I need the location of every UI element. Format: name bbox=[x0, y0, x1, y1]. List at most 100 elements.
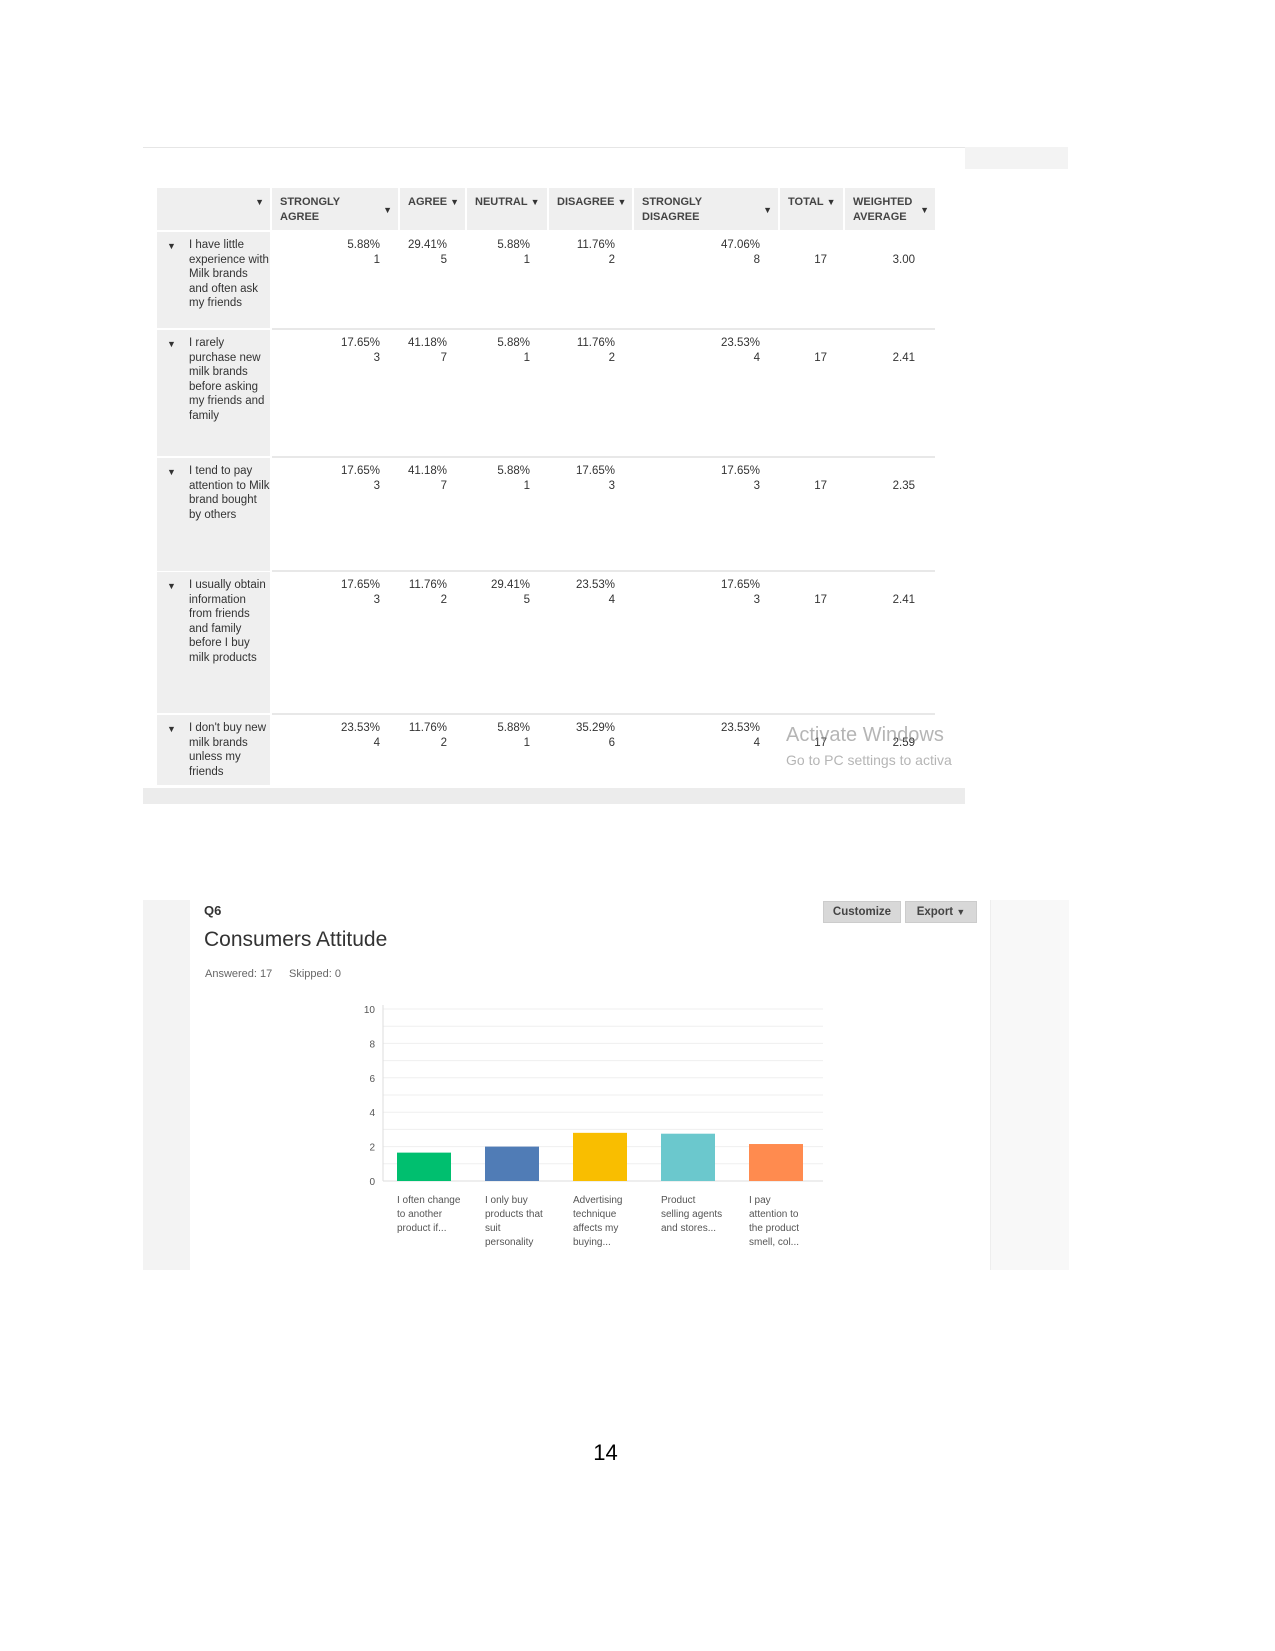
count: 3 bbox=[373, 479, 380, 492]
sort-caret-icon: ▼ bbox=[383, 205, 392, 215]
percent: 35.29% bbox=[575, 722, 615, 734]
count: 1 bbox=[523, 479, 530, 492]
sort-caret-icon: ▼ bbox=[617, 197, 627, 207]
column-header[interactable]: TOTAL ▼ bbox=[780, 188, 843, 230]
response-cell: 29.41% 5 bbox=[387, 238, 447, 267]
percent: 23.53% bbox=[340, 722, 380, 734]
question-chart-screenshot: Q6 Consumers Attitude Answered: 17 Skipp… bbox=[143, 900, 1069, 1270]
right-gutter bbox=[990, 900, 1069, 1270]
response-cell: 29.41% 5 bbox=[470, 578, 530, 607]
count: 4 bbox=[373, 736, 380, 749]
x-tick-label: Advertising technique affects my buying... bbox=[573, 1195, 622, 1248]
sort-caret-icon: ▼ bbox=[450, 197, 460, 207]
total-cell: 17 bbox=[814, 352, 827, 364]
percent: 29.41% bbox=[490, 579, 530, 591]
row-label: ▼ I rarely purchase new milk brands befor… bbox=[157, 330, 270, 456]
left-gutter bbox=[143, 900, 190, 1270]
row-label: ▼ I don't buy new milk brands unless my f… bbox=[157, 715, 270, 785]
row-divider bbox=[272, 328, 935, 330]
percent: 5.88% bbox=[497, 337, 530, 349]
response-cell: 11.76% 2 bbox=[387, 721, 447, 750]
row-divider bbox=[272, 713, 935, 715]
response-cell: 23.53% 4 bbox=[320, 721, 380, 750]
weighted-average-cell: 3.00 bbox=[892, 254, 915, 266]
expand-caret-icon[interactable]: ▼ bbox=[167, 722, 176, 737]
sort-caret-icon: ▼ bbox=[530, 197, 540, 207]
row-label: ▼ I usually obtain information from frien… bbox=[157, 572, 270, 713]
customize-button[interactable]: Customize bbox=[823, 901, 901, 923]
response-cell: 17.65% 3 bbox=[700, 578, 760, 607]
bar-chart: 0 2 4 6 8 10 I often change to another product i… bbox=[364, 1005, 823, 1248]
x-tick-label: I often change to another product if... bbox=[397, 1195, 461, 1234]
response-cell: 17.65% 3 bbox=[320, 464, 380, 493]
row-divider bbox=[272, 570, 935, 572]
column-header[interactable]: ▼ bbox=[157, 188, 270, 230]
count: 5 bbox=[440, 253, 447, 266]
response-cell: 17.65% 3 bbox=[320, 336, 380, 365]
horizontal-scrollbar[interactable] bbox=[143, 788, 965, 804]
sort-caret-icon: ▼ bbox=[826, 197, 836, 207]
percent: 17.65% bbox=[340, 579, 380, 591]
row-label-text: I usually obtain information from friend… bbox=[189, 579, 266, 664]
percent: 5.88% bbox=[497, 722, 530, 734]
count: 7 bbox=[440, 479, 447, 492]
matrix-table-screenshot: ▼ STRONGLY AGREE ▼ AGREE ▼ NEUTRAL ▼ DISAGREE ▼ S… bbox=[143, 147, 965, 804]
percent: 17.65% bbox=[720, 465, 760, 477]
weighted-average-cell: 2.41 bbox=[892, 594, 915, 606]
count: 4 bbox=[753, 351, 760, 364]
count: 3 bbox=[373, 351, 380, 364]
column-header-label: DISAGREE bbox=[557, 196, 615, 208]
response-cell: 41.18% 7 bbox=[387, 464, 447, 493]
expand-caret-icon[interactable]: ▼ bbox=[167, 465, 176, 480]
question-title: Consumers Attitude bbox=[204, 928, 388, 951]
column-header[interactable]: DISAGREE ▼ bbox=[549, 188, 632, 230]
count: 3 bbox=[753, 593, 760, 606]
count: 1 bbox=[523, 253, 530, 266]
column-header[interactable]: STRONGLY AGREE ▼ bbox=[272, 188, 398, 230]
x-tick-label: Product selling agents and stores... bbox=[661, 1195, 722, 1234]
column-header[interactable]: NEUTRAL ▼ bbox=[467, 188, 547, 230]
expand-caret-icon[interactable]: ▼ bbox=[167, 337, 176, 352]
row-label-text: I don't buy new milk brands unless my fr… bbox=[189, 722, 266, 778]
count: 6 bbox=[608, 736, 615, 749]
row-label-text: I have little experience with Milk brand… bbox=[189, 239, 269, 310]
response-cell: 17.65% 3 bbox=[555, 464, 615, 493]
count: 2 bbox=[440, 593, 447, 606]
expand-caret-icon[interactable]: ▼ bbox=[167, 579, 176, 594]
percent: 5.88% bbox=[347, 239, 380, 251]
total-cell: 17 bbox=[814, 254, 827, 266]
response-cell: 5.88% 1 bbox=[470, 464, 530, 493]
column-header[interactable]: STRONGLY DISAGREE ▼ bbox=[634, 188, 778, 230]
count: 4 bbox=[608, 593, 615, 606]
expand-caret-icon[interactable]: ▼ bbox=[167, 239, 176, 254]
column-header[interactable]: AGREE ▼ bbox=[400, 188, 465, 230]
y-tick-label: 4 bbox=[369, 1108, 375, 1119]
export-button[interactable]: Export ▼ bbox=[905, 901, 977, 923]
response-cell: 35.29% 6 bbox=[555, 721, 615, 750]
y-tick-label: 10 bbox=[364, 1005, 376, 1016]
percent: 47.06% bbox=[720, 239, 760, 251]
y-tick-label: 8 bbox=[369, 1039, 375, 1050]
export-label: Export bbox=[916, 906, 954, 918]
bar bbox=[485, 1146, 539, 1181]
response-cell: 11.76% 2 bbox=[555, 336, 615, 365]
side-strip bbox=[965, 147, 1068, 169]
weighted-average-cell: 2.35 bbox=[892, 480, 915, 492]
x-tick-label: I only buy products that suit personality bbox=[485, 1195, 543, 1248]
percent: 23.53% bbox=[720, 337, 760, 349]
count: 2 bbox=[440, 736, 447, 749]
percent: 5.88% bbox=[497, 239, 530, 251]
response-cell: 17.65% 3 bbox=[320, 578, 380, 607]
percent: 5.88% bbox=[497, 465, 530, 477]
sort-caret-icon: ▼ bbox=[763, 205, 772, 215]
caret-down-icon: ▼ bbox=[956, 907, 966, 917]
percent: 29.41% bbox=[407, 239, 447, 251]
skipped-count: Skipped: 0 bbox=[289, 968, 341, 980]
column-header[interactable]: WEIGHTED AVERAGE ▼ bbox=[845, 188, 935, 230]
y-tick-label: 2 bbox=[369, 1143, 375, 1154]
answered-count: Answered: 17 bbox=[205, 968, 273, 980]
column-header-label: STRONGLY DISAGREE bbox=[642, 196, 702, 223]
count: 3 bbox=[373, 593, 380, 606]
bar bbox=[397, 1152, 451, 1181]
response-cell: 5.88% 1 bbox=[470, 336, 530, 365]
